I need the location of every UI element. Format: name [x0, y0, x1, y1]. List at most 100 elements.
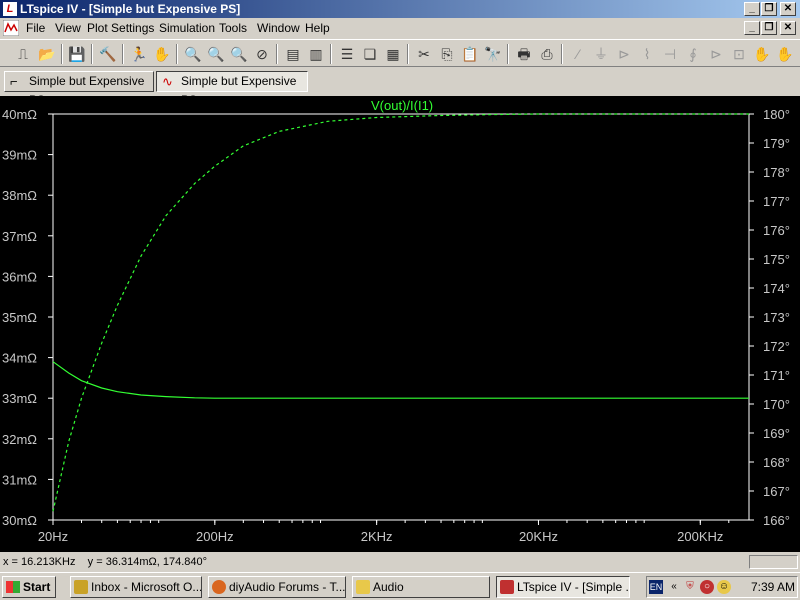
ltspice-icon[interactable]: L	[3, 2, 17, 16]
x-tick-label: 2KHz	[361, 529, 393, 544]
y-left-tick-label: 37mΩ	[2, 229, 37, 244]
menu-view[interactable]: View	[55, 21, 81, 35]
x-tick-label: 200KHz	[677, 529, 723, 544]
zoom-out-2-icon[interactable]: 🔍	[229, 44, 249, 64]
y-right-tick-label: 169°	[763, 426, 790, 441]
save-icon[interactable]: 💾	[67, 44, 87, 64]
tile-horizontal-icon[interactable]: ☰	[337, 44, 357, 64]
y-right-tick-label: 173°	[763, 310, 790, 325]
tab-waveform[interactable]: ∿ Simple but Expensive PS	[156, 71, 308, 107]
minimize-button[interactable]: _	[744, 2, 760, 16]
taskbar-button-audio[interactable]: Audio	[352, 576, 490, 598]
waveform-plot[interactable]: 40mΩ 39mΩ 38mΩ 37mΩ 36mΩ 35mΩ 34mΩ 33mΩ 32mΩ 31mΩ…	[0, 96, 800, 552]
copy-icon[interactable]: ⎘	[437, 44, 457, 64]
ground-icon[interactable]: ⏚	[591, 44, 611, 64]
y-left-tick-label: 30mΩ	[2, 513, 37, 528]
close-button[interactable]: ✕	[780, 2, 796, 16]
y-right-tick-label: 175°	[763, 252, 790, 267]
schematic-icon[interactable]: ⎍	[13, 44, 33, 64]
outlook-icon	[74, 580, 88, 594]
menu-simulation[interactable]: Simulation	[159, 21, 215, 35]
open-icon[interactable]: 📂	[37, 44, 57, 64]
label-icon[interactable]: ⊳	[614, 44, 634, 64]
fft-icon[interactable]: ▥	[306, 44, 326, 64]
waveform-icon[interactable]	[2, 19, 20, 37]
inductor-icon[interactable]: ∮	[683, 44, 703, 64]
print-icon[interactable]: ⎙	[537, 44, 557, 64]
chevron-left-icon[interactable]: «	[667, 580, 681, 594]
restore-button[interactable]: ❐	[761, 2, 777, 16]
start-label: Start	[23, 580, 51, 594]
taskbar-button-ltspice[interactable]: LTspice IV - [Simple ...	[496, 576, 630, 598]
zoom-cancel-icon[interactable]: ⊘	[252, 44, 272, 64]
title-bar: L LTspice IV - [Simple but Expensive PS]…	[0, 0, 800, 18]
shield-icon[interactable]: ⛨	[683, 580, 697, 594]
clock[interactable]: 7:39 AM	[751, 580, 795, 594]
mdi-restore-button[interactable]: ❐	[761, 21, 777, 35]
y-left-tick-label: 35mΩ	[2, 310, 37, 325]
cut-icon[interactable]: ✂	[414, 44, 434, 64]
y-left-tick-label: 33mΩ	[2, 391, 37, 406]
mdi-minimize-button[interactable]: _	[744, 21, 760, 35]
y-left-tick-label: 39mΩ	[2, 148, 37, 163]
toolbar-separator	[176, 44, 178, 64]
document-tabs: ⌐ Simple but Expensive PS ∿ Simple but E…	[0, 68, 800, 107]
waveform-icon: ∿	[162, 74, 173, 89]
toolbar-separator	[91, 44, 93, 64]
run-icon[interactable]: 🏃	[129, 44, 149, 64]
menu-tools[interactable]: Tools	[219, 21, 247, 35]
drag-icon[interactable]: ✋	[775, 44, 795, 64]
print-preview-icon[interactable]: 🖶	[514, 44, 534, 64]
diode-icon[interactable]: ⊳	[706, 44, 726, 64]
taskbar-button-diyaudio[interactable]: diyAudio Forums - T...	[208, 576, 346, 598]
pan-icon[interactable]: ✋	[152, 44, 172, 64]
y-right-tick-label: 176°	[763, 223, 790, 238]
autorange-icon[interactable]: ▤	[283, 44, 303, 64]
folder-icon	[356, 580, 370, 594]
taskbar-button-label: LTspice IV - [Simple ...	[517, 580, 630, 594]
taskbar-button-inbox[interactable]: Inbox - Microsoft O...	[70, 576, 202, 598]
taskbar-button-label: diyAudio Forums - T...	[229, 580, 346, 594]
antivirus-icon[interactable]: ○	[700, 580, 714, 594]
menu-help[interactable]: Help	[305, 21, 330, 35]
start-button[interactable]: Start	[2, 576, 56, 598]
system-tray: EN « ⛨ ○ ☺ 7:39 AM	[646, 576, 798, 598]
move-icon[interactable]: ✋	[752, 44, 772, 64]
plot-canvas[interactable]: 40mΩ 39mΩ 38mΩ 37mΩ 36mΩ 35mΩ 34mΩ 33mΩ 32mΩ 31mΩ…	[0, 96, 800, 552]
control-panel-icon[interactable]: 🔨	[98, 44, 118, 64]
menu-plot-settings[interactable]: Plot Settings	[87, 21, 154, 35]
status-bar: x = 16.213KHz y = 36.314mΩ, 174.840°	[0, 553, 800, 571]
zoom-out-icon[interactable]: 🔍	[206, 44, 226, 64]
zoom-in-icon[interactable]: 🔍	[183, 44, 203, 64]
toolbar-separator	[561, 44, 563, 64]
component-icon[interactable]: ⊡	[729, 44, 749, 64]
toolbar-separator	[122, 44, 124, 64]
y-right-tick-label: 178°	[763, 165, 790, 180]
mdi-close-button[interactable]: ✕	[780, 21, 796, 35]
y-right-tick-label: 180°	[763, 107, 790, 122]
wire-icon[interactable]: ⁄	[568, 44, 588, 64]
language-indicator[interactable]: EN	[649, 580, 663, 594]
messenger-icon[interactable]: ☺	[717, 580, 731, 594]
taskbar-button-label: Inbox - Microsoft O...	[91, 580, 202, 594]
cascade-icon[interactable]: ❏	[360, 44, 380, 64]
plot-frame	[52, 113, 750, 521]
cursor-readout: x = 16.213KHz y = 36.314mΩ, 174.840°	[3, 556, 208, 568]
toolbar-separator	[276, 44, 278, 64]
magnitude-trace[interactable]	[52, 361, 749, 399]
y-left-tick-label: 40mΩ	[2, 107, 37, 122]
paste-icon[interactable]: 📋	[460, 44, 480, 64]
phase-trace[interactable]	[52, 113, 749, 512]
trace-label[interactable]: V(out)/I(I1)	[371, 98, 433, 113]
y-right-tick-label: 166°	[763, 513, 790, 528]
toolbar-separator	[61, 44, 63, 64]
capacitor-icon[interactable]: ⊣	[660, 44, 680, 64]
find-icon[interactable]: 🔭	[483, 44, 503, 64]
x-tick-label: 200Hz	[196, 529, 234, 544]
resistor-icon[interactable]: ⌇	[637, 44, 657, 64]
y-left-tick-label: 32mΩ	[2, 432, 37, 447]
menu-window[interactable]: Window	[257, 21, 300, 35]
menu-file[interactable]: File	[26, 21, 45, 35]
tab-schematic[interactable]: ⌐ Simple but Expensive PS	[4, 71, 154, 107]
tile-vertical-icon[interactable]: ▦	[383, 44, 403, 64]
